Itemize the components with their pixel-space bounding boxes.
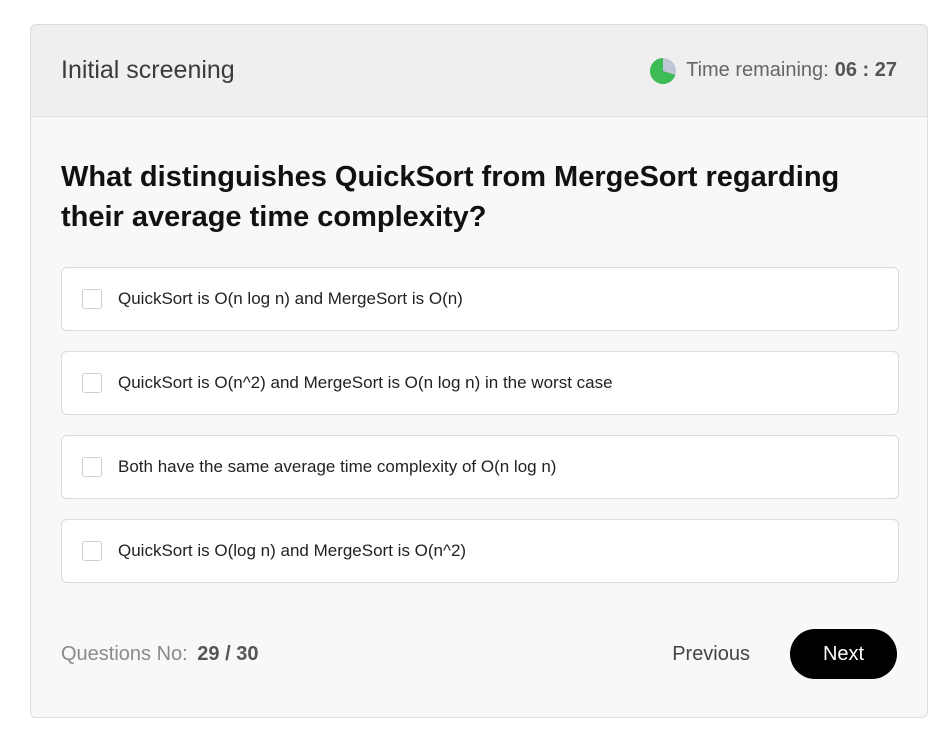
previous-button[interactable]: Previous <box>672 643 750 666</box>
answer-option[interactable]: QuickSort is O(log n) and MergeSort is O… <box>61 519 899 583</box>
screening-card: Initial screening Time remaining: 06 : 2… <box>30 24 928 718</box>
navigation: Previous Next <box>672 629 897 679</box>
answer-option[interactable]: QuickSort is O(n log n) and MergeSort is… <box>61 267 899 331</box>
question-body: What distinguishes QuickSort from MergeS… <box>31 117 927 583</box>
answer-label: Both have the same average time complexi… <box>118 457 557 476</box>
question-progress: Questions No: 29 / 30 <box>61 643 258 666</box>
timer: Time remaining: 06 : 27 <box>650 57 897 84</box>
answer-checkbox[interactable] <box>82 373 102 393</box>
answer-label: QuickSort is O(n log n) and MergeSort is… <box>118 289 463 308</box>
timer-value: 06 : 27 <box>834 59 897 81</box>
answer-checkbox[interactable] <box>82 289 102 309</box>
answer-option[interactable]: Both have the same average time complexi… <box>61 435 899 499</box>
card-footer: Questions No: 29 / 30 Previous Next <box>61 629 897 679</box>
answer-checkbox[interactable] <box>82 457 102 477</box>
question-text: What distinguishes QuickSort from MergeS… <box>61 161 840 233</box>
timer-label: Time remaining: <box>686 59 829 81</box>
answer-label: QuickSort is O(log n) and MergeSort is O… <box>118 541 467 560</box>
page-title: Initial screening <box>61 56 235 84</box>
answer-option[interactable]: QuickSort is O(n^2) and MergeSort is O(n… <box>61 351 899 415</box>
pie-timer-icon <box>650 57 677 84</box>
next-button[interactable]: Next <box>790 629 897 679</box>
card-header: Initial screening Time remaining: 06 : 2… <box>31 25 927 117</box>
answer-checkbox[interactable] <box>82 541 102 561</box>
progress-value: 29 / 30 <box>197 642 259 665</box>
progress-label: Questions No: <box>61 642 188 665</box>
answer-label: QuickSort is O(n^2) and MergeSort is O(n… <box>118 373 613 392</box>
